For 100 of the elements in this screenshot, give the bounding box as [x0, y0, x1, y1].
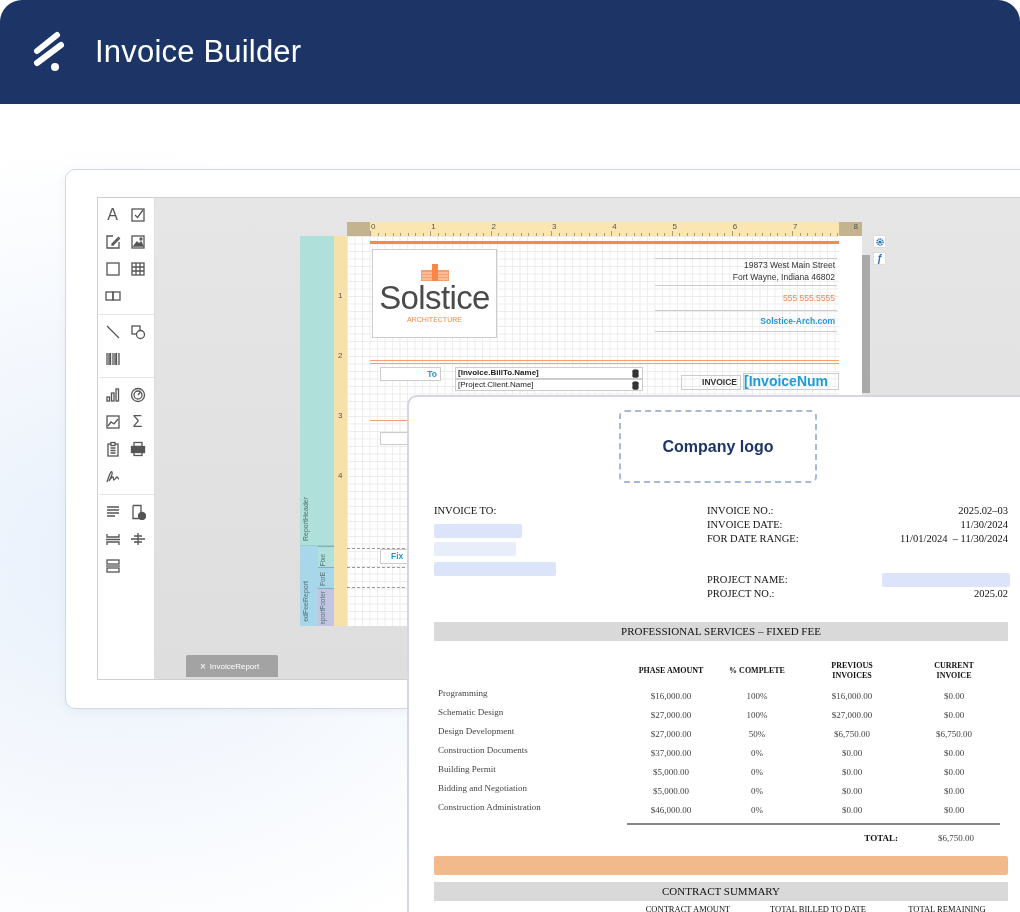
ruler-margin-block — [347, 222, 370, 236]
total-value: $6,750.00 — [937, 833, 975, 843]
scrollbar[interactable] — [862, 255, 870, 393]
table-cell-text: $0.00 — [840, 804, 864, 815]
table-cell-text: 0% — [750, 804, 764, 815]
table-cell-text: $5,000.00 — [652, 766, 690, 777]
table-cell-text: 0% — [750, 766, 764, 777]
cross-line-icon[interactable] — [129, 530, 146, 547]
barcode-icon[interactable] — [104, 350, 121, 367]
band-field[interactable]: Fix — [380, 549, 407, 564]
table-cell-text: $6,750.00 — [935, 728, 973, 739]
printer-icon[interactable] — [129, 440, 146, 457]
text-tool-icon[interactable]: A — [107, 206, 118, 223]
ruler-number: 5 — [672, 222, 677, 231]
column-header: CONTRACT AMOUNT — [644, 904, 732, 912]
data-field[interactable]: [Invoice.BillTo.Name] — [455, 367, 643, 379]
table-cell-text: $37,000.00 — [649, 747, 693, 758]
table-cell-text: $46,000.00 — [649, 804, 693, 815]
ruler-number: 4 — [338, 471, 343, 480]
table-cell-text: $5,000.00 — [652, 785, 690, 796]
detail-label: INVOICE NO.: — [707, 504, 774, 518]
logo-placeholder[interactable]: Company logo — [619, 410, 817, 483]
to-label[interactable]: To — [380, 367, 441, 381]
list-icon[interactable] — [104, 503, 121, 520]
checkbox-icon[interactable] — [129, 206, 146, 223]
phase-name: Building Permit — [437, 764, 497, 774]
phase-name: Bidding and Negotiation — [437, 783, 528, 793]
document-info-icon[interactable] — [129, 503, 146, 520]
table-cell-text: $0.00 — [942, 804, 966, 815]
sum-icon[interactable]: Σ — [132, 413, 143, 430]
ruler-number: 3 — [551, 222, 557, 231]
settings-button[interactable] — [873, 235, 886, 248]
phone-number: 555 555.5555 — [783, 292, 836, 304]
table-cell-text: $0.00 — [942, 785, 966, 796]
line-chart-icon[interactable] — [104, 413, 121, 430]
bill-to-label: INVOICE TO: — [434, 504, 497, 518]
table-cell-text: $0.00 — [840, 766, 864, 777]
ruler-number: 1 — [338, 291, 343, 300]
column-header: PREVIOUS INVOICES — [830, 661, 874, 681]
detail-label: PROJECT NAME: — [707, 573, 788, 587]
invoice-label[interactable]: INVOICE — [681, 375, 741, 390]
table-cell-text: $27,000.00 — [649, 709, 693, 720]
section-header: CONTRACT SUMMARY — [434, 882, 1008, 901]
table-cell-text: $0.00 — [840, 785, 864, 796]
building-icon — [420, 264, 449, 282]
column-header: TOTAL BILLED TO DATE — [768, 904, 867, 912]
table-cell-text: $16,000.00 — [830, 690, 874, 701]
logo-wordmark: Solstice — [379, 282, 490, 314]
address-line: Fort Wayne, Indiana 46802 — [732, 271, 836, 283]
table-cell-text: 100% — [745, 690, 769, 701]
field-expression: [Project.Client.Name] — [458, 380, 534, 390]
table-cell-text: 50% — [747, 728, 767, 739]
line-icon[interactable] — [104, 323, 121, 340]
invoice-number-field[interactable]: [InvoiceNum — [743, 373, 839, 390]
logo-icon — [33, 31, 65, 73]
ruler-number: 6 — [732, 222, 738, 231]
column-header: CURRENT INVOICE — [933, 661, 975, 681]
clipboard-icon[interactable] — [104, 440, 121, 457]
rectangle-icon[interactable] — [104, 260, 121, 277]
table-cell-text: $0.00 — [942, 747, 966, 758]
database-icon — [632, 380, 639, 390]
field-expression: [InvoiceNum — [744, 374, 828, 389]
detail-value: 2025.02 — [973, 587, 1008, 601]
table-cell-text: 100% — [745, 709, 769, 720]
phase-name: Construction Documents — [437, 745, 529, 755]
table-icon[interactable] — [129, 260, 146, 277]
table-cell-text: $27,000.00 — [830, 709, 874, 720]
text-field[interactable] — [380, 432, 407, 445]
ruler-margin-block — [839, 222, 862, 236]
ruler-number: 1 — [431, 222, 436, 231]
total-label: TOTAL: — [863, 833, 899, 843]
stacked-bands-icon[interactable] — [104, 557, 121, 574]
section-header: PROFESSIONAL SERVICES – FIXED FEE — [434, 622, 1008, 641]
document-tab[interactable]: × InvoiceReport — [186, 655, 278, 677]
table-cell-text: $6,750.00 — [833, 728, 871, 739]
gauge-icon[interactable] — [129, 386, 146, 403]
table-cell-text: 0% — [750, 747, 764, 758]
column-header: TOTAL REMAINING — [907, 904, 987, 912]
detail-value: 11/30/2024 — [960, 518, 1008, 532]
table-cell-text: $27,000.00 — [649, 728, 693, 739]
ruler-number: 3 — [338, 411, 343, 420]
detail-value: 2025.02–03 — [958, 504, 1008, 518]
address-line: 19873 West Main Street — [743, 259, 836, 271]
ruler-number: 2 — [338, 351, 343, 360]
phase-name: Design Development — [437, 726, 516, 736]
ruler-number: 8 — [853, 222, 858, 231]
table-cell-text: $0.00 — [942, 766, 966, 777]
pencil-square-icon[interactable] — [104, 233, 121, 250]
column-header: % COMPLETE — [729, 666, 785, 676]
bar-chart-icon[interactable] — [104, 386, 121, 403]
app-title: Invoice Builder — [95, 34, 302, 70]
phase-name: Schematic Design — [437, 707, 505, 717]
function-button[interactable]: ƒ — [873, 252, 886, 265]
ruler-number: 4 — [612, 222, 617, 231]
data-field[interactable]: [Project.Client.Name] — [455, 379, 643, 391]
shapes-icon[interactable] — [129, 323, 146, 340]
database-icon — [632, 368, 639, 378]
table-cell-text: $16,000.00 — [649, 690, 693, 701]
field-expression: [Invoice.BillTo.Name] — [458, 368, 539, 378]
image-icon[interactable] — [129, 233, 146, 250]
